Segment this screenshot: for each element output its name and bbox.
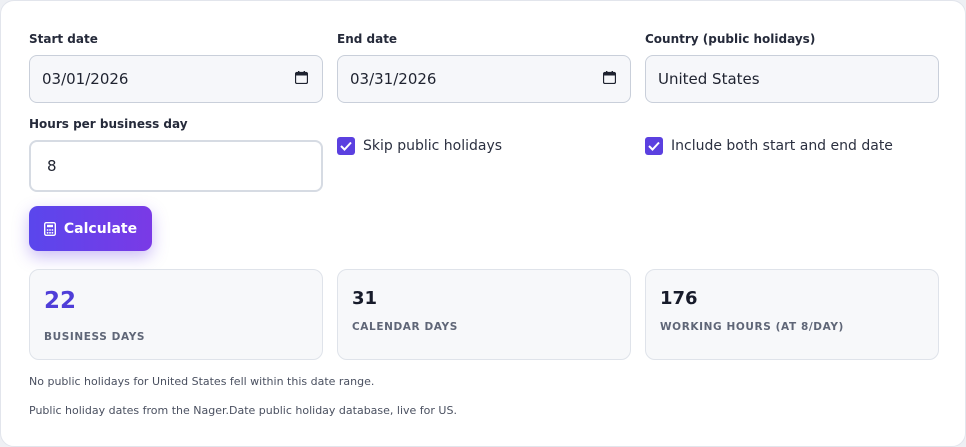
calendar-icon[interactable] (295, 71, 308, 84)
end-date-label: End date (337, 32, 398, 46)
include-both-label: Include both start and end date (671, 138, 893, 154)
checkmark-icon (340, 141, 352, 151)
hours-label: Hours per business day (29, 117, 188, 131)
business-days-card: 22 BUSINESS DAYS (29, 269, 323, 360)
skip-holidays-option[interactable]: Skip public holidays (337, 137, 502, 155)
calculate-label: Calculate (63, 220, 138, 237)
include-both-option[interactable]: Include both start and end date (645, 137, 893, 155)
country-label: Country (public holidays) (645, 32, 816, 46)
start-date-value: 03/01/2026 (42, 70, 129, 88)
working-hours-caption: WORKING HOURS (AT 8/DAY) (660, 321, 844, 333)
end-date-value: 03/31/2026 (350, 70, 437, 88)
working-hours-card: 176 WORKING HOURS (AT 8/DAY) (645, 269, 939, 360)
country-input[interactable]: United States (645, 55, 939, 103)
working-hours-value: 176 (660, 288, 698, 309)
end-date-input[interactable]: 03/31/2026 (337, 55, 631, 103)
hours-value: 8 (47, 157, 57, 175)
business-days-value: 22 (44, 288, 77, 314)
calendar-days-card: 31 CALENDAR DAYS (337, 269, 631, 360)
calendar-days-value: 31 (352, 288, 378, 309)
business-days-caption: BUSINESS DAYS (44, 331, 146, 343)
checkmark-icon (648, 141, 660, 151)
skip-holidays-checkbox[interactable] (337, 137, 355, 155)
source-note: Public holiday dates from the Nager.Date… (29, 404, 457, 417)
calculate-button[interactable]: Calculate (29, 206, 152, 251)
include-both-checkbox[interactable] (645, 137, 663, 155)
calendar-icon[interactable] (603, 71, 616, 84)
calculator-icon (43, 221, 56, 236)
skip-holidays-label: Skip public holidays (363, 138, 503, 154)
start-date-label: Start date (29, 32, 98, 46)
country-value: United States (658, 70, 760, 88)
holidays-note: No public holidays for United States fel… (29, 375, 375, 388)
hours-input[interactable]: 8 (29, 140, 323, 192)
calculator-card: Start date 03/01/2026 End date 03/31/202… (0, 0, 966, 447)
calendar-days-caption: CALENDAR DAYS (352, 321, 458, 333)
start-date-input[interactable]: 03/01/2026 (29, 55, 323, 103)
